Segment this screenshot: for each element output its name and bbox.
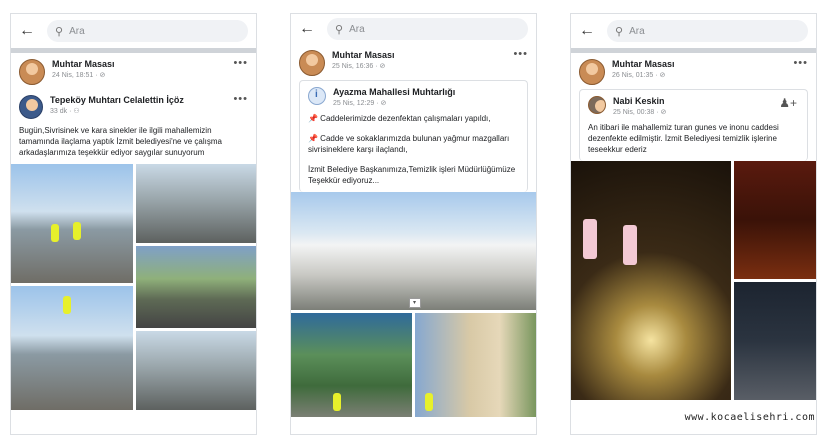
search-placeholder: Ara: [629, 25, 645, 37]
post-time[interactable]: 26 Nis, 01:35 · ⊘: [612, 71, 675, 79]
shared-post: Nabi Keskin 25 Nis, 00:38 · ⊘ ♟+ An itib…: [579, 89, 808, 161]
phone-screenshot-1: ← ⚲ Ara Muhtar Masası 24 Nis, 18:51 · ⊘ …: [10, 13, 257, 435]
post-header: Muhtar Masası 24 Nis, 18:51 · ⊘ •••: [11, 53, 256, 89]
more-options-icon[interactable]: •••: [233, 57, 248, 69]
shared-post-header: Tepeköy Muhtarı Celalettin İçöz 33 dk · …: [11, 89, 256, 123]
post-header: Muhtar Masası 26 Nis, 01:35 · ⊘ •••: [571, 53, 816, 89]
top-bar: ← ⚲ Ara: [11, 14, 256, 48]
post-text-line: 📌 Cadde ve sokaklarımızda bulunan yağmur…: [308, 134, 510, 154]
search-input[interactable]: ⚲ Ara: [607, 20, 808, 42]
post-text: Bugün,Sivrisinek ve kara sinekler ile il…: [19, 126, 222, 157]
add-friend-icon[interactable]: ♟+: [779, 96, 797, 110]
photo[interactable]: [571, 161, 731, 400]
shared-post: Tepeköy Muhtarı Celalettin İçöz 33 dk · …: [11, 89, 256, 410]
back-arrow-icon[interactable]: ←: [579, 22, 601, 40]
watermark: www.kocaelisehri.com: [684, 412, 815, 423]
photo[interactable]: ▾: [291, 192, 536, 310]
photo[interactable]: [734, 161, 816, 279]
photo[interactable]: [11, 164, 133, 283]
top-bar: ← ⚲ Ara: [571, 14, 816, 48]
back-arrow-icon[interactable]: ←: [19, 22, 41, 40]
avatar[interactable]: [579, 59, 605, 85]
back-arrow-icon[interactable]: ←: [299, 20, 321, 38]
photo[interactable]: [734, 282, 816, 400]
post-text-line: 📌 Caddelerimizde dezenfektan çalışmaları…: [308, 114, 491, 123]
search-icon: ⚲: [335, 23, 344, 36]
shared-author[interactable]: Tepeköy Muhtarı Celalettin İçöz: [50, 95, 184, 105]
shared-post: Ayazma Mahallesi Muhtarlığı 25 Nis, 12:2…: [299, 80, 528, 192]
post-author[interactable]: Muhtar Masası: [612, 59, 675, 69]
search-input[interactable]: ⚲ Ara: [47, 20, 248, 42]
photo[interactable]: [136, 331, 256, 410]
shared-time[interactable]: 25 Nis, 00:38 · ⊘: [613, 108, 666, 116]
info-icon[interactable]: [308, 87, 326, 105]
photo-grid: ▾: [291, 192, 536, 422]
search-placeholder: Ara: [349, 23, 365, 35]
avatar[interactable]: [299, 50, 325, 76]
phone-screenshot-2: ← ⚲ Ara Muhtar Masası 25 Nis, 16:36 · ⊘ …: [290, 13, 537, 435]
post-header: Muhtar Masası 25 Nis, 16:36 · ⊘ •••: [291, 44, 536, 80]
expand-icon[interactable]: ▾: [408, 298, 421, 308]
post-author[interactable]: Muhtar Masası: [52, 59, 115, 69]
post-text: 📌 Caddelerimizde dezenfektan çalışmaları…: [300, 111, 527, 192]
shared-time[interactable]: 25 Nis, 12:29 · ⊘: [333, 99, 455, 107]
phone-screenshot-3: ← ⚲ Ara Muhtar Masası 26 Nis, 01:35 · ⊘ …: [570, 13, 817, 435]
top-bar: ← ⚲ Ara: [291, 14, 536, 44]
shared-post-header: Nabi Keskin 25 Nis, 00:38 · ⊘ ♟+: [580, 90, 807, 120]
shared-author[interactable]: Ayazma Mahallesi Muhtarlığı: [333, 87, 455, 97]
shared-time[interactable]: 33 dk · ⚇: [50, 107, 184, 115]
photo[interactable]: [11, 286, 133, 410]
photo[interactable]: [291, 313, 412, 417]
post-text-line: İzmit Belediye Başkanımıza,Temizlik işle…: [308, 165, 516, 185]
shared-post-header: Ayazma Mahallesi Muhtarlığı 25 Nis, 12:2…: [300, 81, 527, 111]
search-icon: ⚲: [615, 25, 624, 38]
search-icon: ⚲: [55, 25, 64, 38]
more-options-icon[interactable]: •••: [793, 57, 808, 69]
avatar[interactable]: [588, 96, 606, 114]
shared-author[interactable]: Nabi Keskin: [613, 96, 666, 106]
post-time[interactable]: 25 Nis, 16:36 · ⊘: [332, 62, 395, 70]
post-author[interactable]: Muhtar Masası: [332, 50, 395, 60]
more-options-icon[interactable]: •••: [233, 93, 248, 105]
search-placeholder: Ara: [69, 25, 85, 37]
photo[interactable]: [136, 164, 256, 243]
post-time[interactable]: 24 Nis, 18:51 · ⊘: [52, 71, 115, 79]
photo-grid: [571, 161, 816, 401]
photo-grid: [11, 164, 256, 410]
photo[interactable]: [136, 246, 256, 328]
post-text: An itibari ile mahallemiz turan gunes ve…: [588, 123, 779, 154]
photo[interactable]: [415, 313, 536, 417]
avatar[interactable]: [19, 59, 45, 85]
more-options-icon[interactable]: •••: [513, 48, 528, 60]
search-input[interactable]: ⚲ Ara: [327, 18, 528, 40]
avatar[interactable]: [19, 95, 43, 119]
